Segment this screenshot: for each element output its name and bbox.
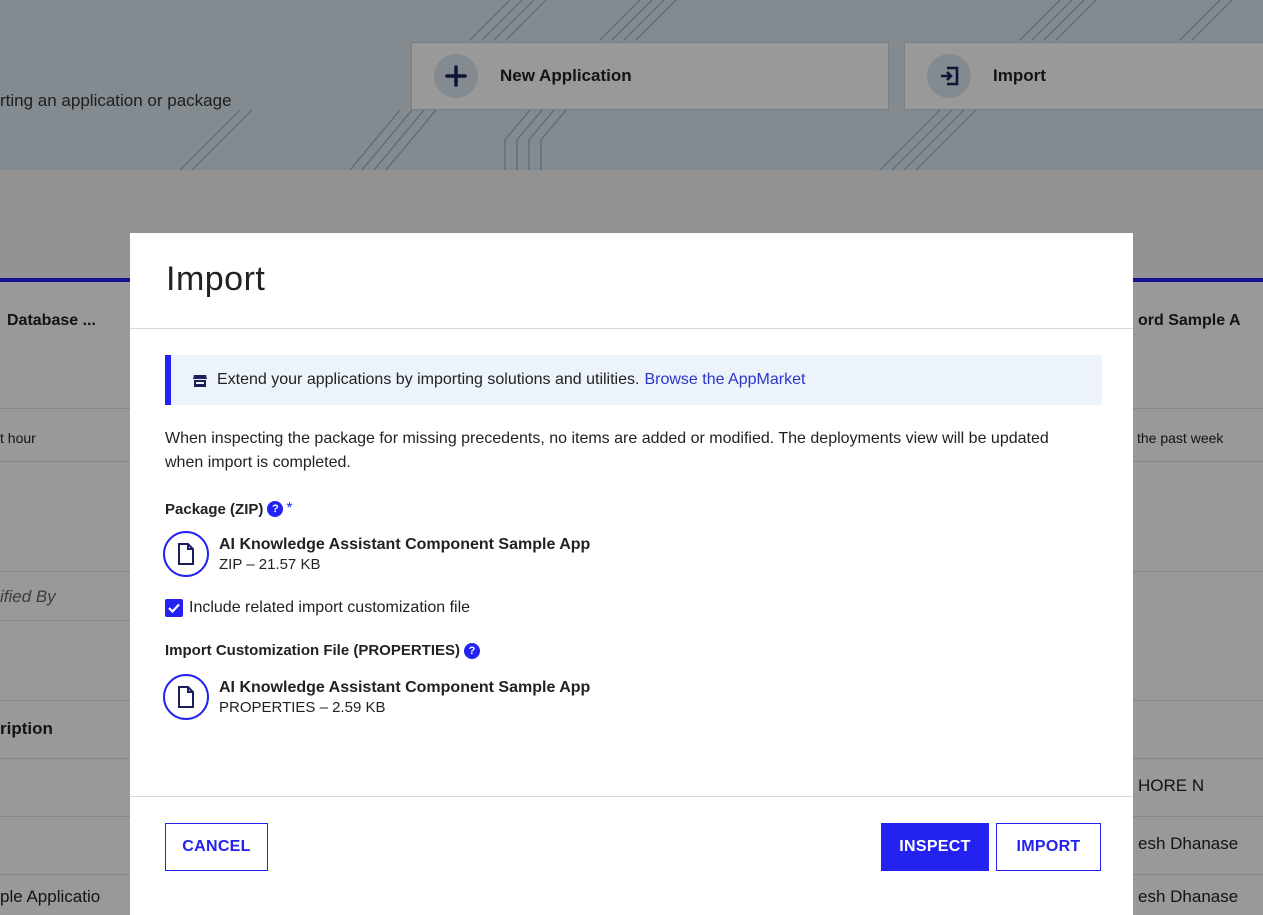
required-indicator: *	[286, 500, 293, 517]
package-file[interactable]: AI Knowledge Assistant Component Sample …	[163, 531, 590, 577]
include-customization-label: Include related import customization fil…	[189, 599, 471, 616]
dialog-title: Import	[166, 260, 266, 298]
appmarket-banner: Extend your applications by importing so…	[165, 355, 1102, 405]
help-icon[interactable]: ?	[464, 642, 481, 659]
package-label-text: Package (ZIP)	[165, 500, 264, 518]
document-icon	[163, 674, 209, 720]
cancel-button[interactable]: CANCEL	[165, 823, 268, 871]
include-customization-checkbox[interactable]	[165, 599, 183, 617]
header-divider	[130, 328, 1133, 329]
customization-file-meta: PROPERTIES – 2.59 KB	[219, 698, 386, 716]
inspect-button[interactable]: INSPECT	[881, 823, 989, 871]
customization-file-name: AI Knowledge Assistant Component Sample …	[219, 678, 591, 696]
package-file-meta: ZIP – 21.57 KB	[219, 555, 321, 573]
customization-file[interactable]: AI Knowledge Assistant Component Sample …	[163, 674, 590, 720]
checkmark-icon	[168, 603, 180, 613]
package-field-label: Package (ZIP) ? *	[165, 500, 293, 518]
import-button[interactable]: IMPORT	[996, 823, 1101, 871]
browse-appmarket-link[interactable]: Browse the AppMarket	[644, 371, 805, 389]
customization-label-text: Import Customization File (PROPERTIES)	[165, 642, 461, 659]
package-file-name: AI Knowledge Assistant Component Sample …	[219, 535, 591, 553]
include-customization-row[interactable]: Include related import customization fil…	[165, 599, 470, 617]
import-description: When inspecting the package for missing …	[165, 430, 1049, 471]
banner-text: Extend your applications by importing so…	[217, 371, 640, 388]
document-icon	[163, 531, 209, 577]
import-dialog: Import Extend your applications by impor…	[130, 233, 1133, 915]
store-icon	[193, 374, 207, 387]
footer-divider	[130, 796, 1133, 797]
help-icon[interactable]: ?	[267, 501, 284, 517]
customization-field-label: Import Customization File (PROPERTIES) ?	[165, 642, 481, 659]
